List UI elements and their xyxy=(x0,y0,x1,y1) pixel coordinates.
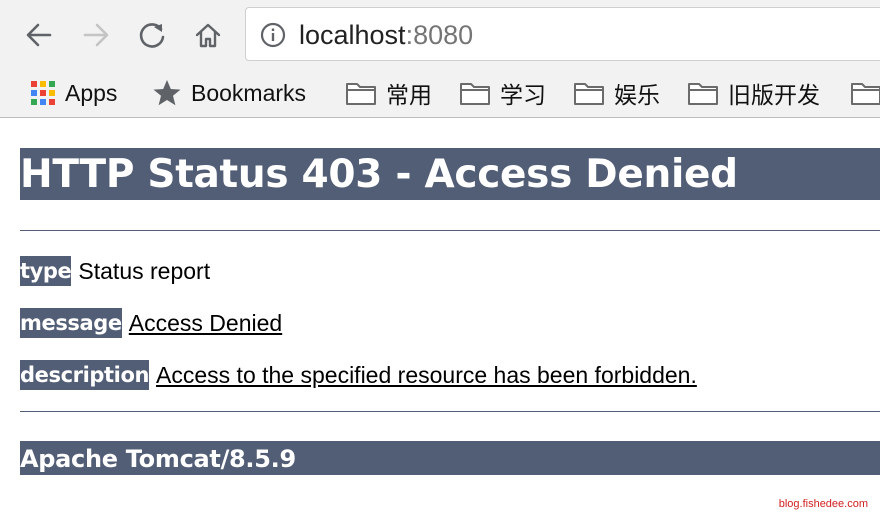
message-label: message xyxy=(20,308,122,338)
forward-icon xyxy=(83,23,109,47)
reload-button[interactable] xyxy=(134,17,170,53)
bookmark-bookmarks[interactable]: Bookmarks xyxy=(152,70,306,116)
bookmark-label: Bookmarks xyxy=(191,79,307,106)
divider xyxy=(20,230,880,231)
description-row: description Access to the specified reso… xyxy=(20,359,697,391)
url-text: localhost:8080 xyxy=(299,19,473,51)
info-icon[interactable] xyxy=(260,22,286,48)
forward-button[interactable] xyxy=(78,17,114,53)
bookmark-label: 娱乐 xyxy=(614,82,660,108)
star-icon xyxy=(153,80,181,106)
bookmark-folder-overflow[interactable] xyxy=(850,70,880,116)
bookmark-label: 常用 xyxy=(386,82,432,108)
bookmarks-bar: Apps Bookmarks 常用 学习 娱乐 旧版开发 xyxy=(0,70,880,118)
bookmark-folder-changyong[interactable]: 常用 xyxy=(345,70,432,116)
watermark: blog.fishedee.com xyxy=(778,498,868,510)
folder-icon xyxy=(851,83,880,105)
type-label: type xyxy=(20,256,72,286)
folder-icon xyxy=(574,83,604,105)
home-icon xyxy=(195,23,221,48)
bookmark-label: 学习 xyxy=(500,82,546,108)
bookmark-label: Apps xyxy=(65,79,118,106)
folder-icon xyxy=(346,83,376,105)
back-button[interactable] xyxy=(21,17,57,53)
back-icon xyxy=(26,23,52,47)
bookmark-folder-xuexi[interactable]: 学习 xyxy=(459,70,546,116)
reload-icon xyxy=(139,23,165,48)
folder-icon xyxy=(688,83,718,105)
browser-toolbar: localhost:8080 xyxy=(0,0,880,70)
address-bar[interactable]: localhost:8080 xyxy=(245,7,880,61)
home-button[interactable] xyxy=(190,17,226,53)
url-host: localhost xyxy=(299,20,406,50)
description-value: Access to the specified resource has bee… xyxy=(156,362,697,388)
bookmark-apps[interactable]: Apps xyxy=(30,70,117,116)
bookmark-folder-jiubankaifa[interactable]: 旧版开发 xyxy=(687,70,820,116)
url-port: :8080 xyxy=(405,20,474,50)
page-title: HTTP Status 403 - Access Denied xyxy=(20,148,880,200)
message-value: Access Denied xyxy=(128,310,283,336)
apps-grid-icon xyxy=(31,81,55,105)
description-label: description xyxy=(20,360,149,390)
server-footer: Apache Tomcat/8.5.9 xyxy=(20,441,880,475)
message-row: message Access Denied xyxy=(20,307,282,339)
type-row: type Status report xyxy=(20,255,210,287)
bookmark-folder-yule[interactable]: 娱乐 xyxy=(573,70,660,116)
bookmark-label: 旧版开发 xyxy=(728,82,820,108)
divider xyxy=(20,411,880,412)
type-value: Status report xyxy=(78,258,211,284)
folder-icon xyxy=(460,83,490,105)
